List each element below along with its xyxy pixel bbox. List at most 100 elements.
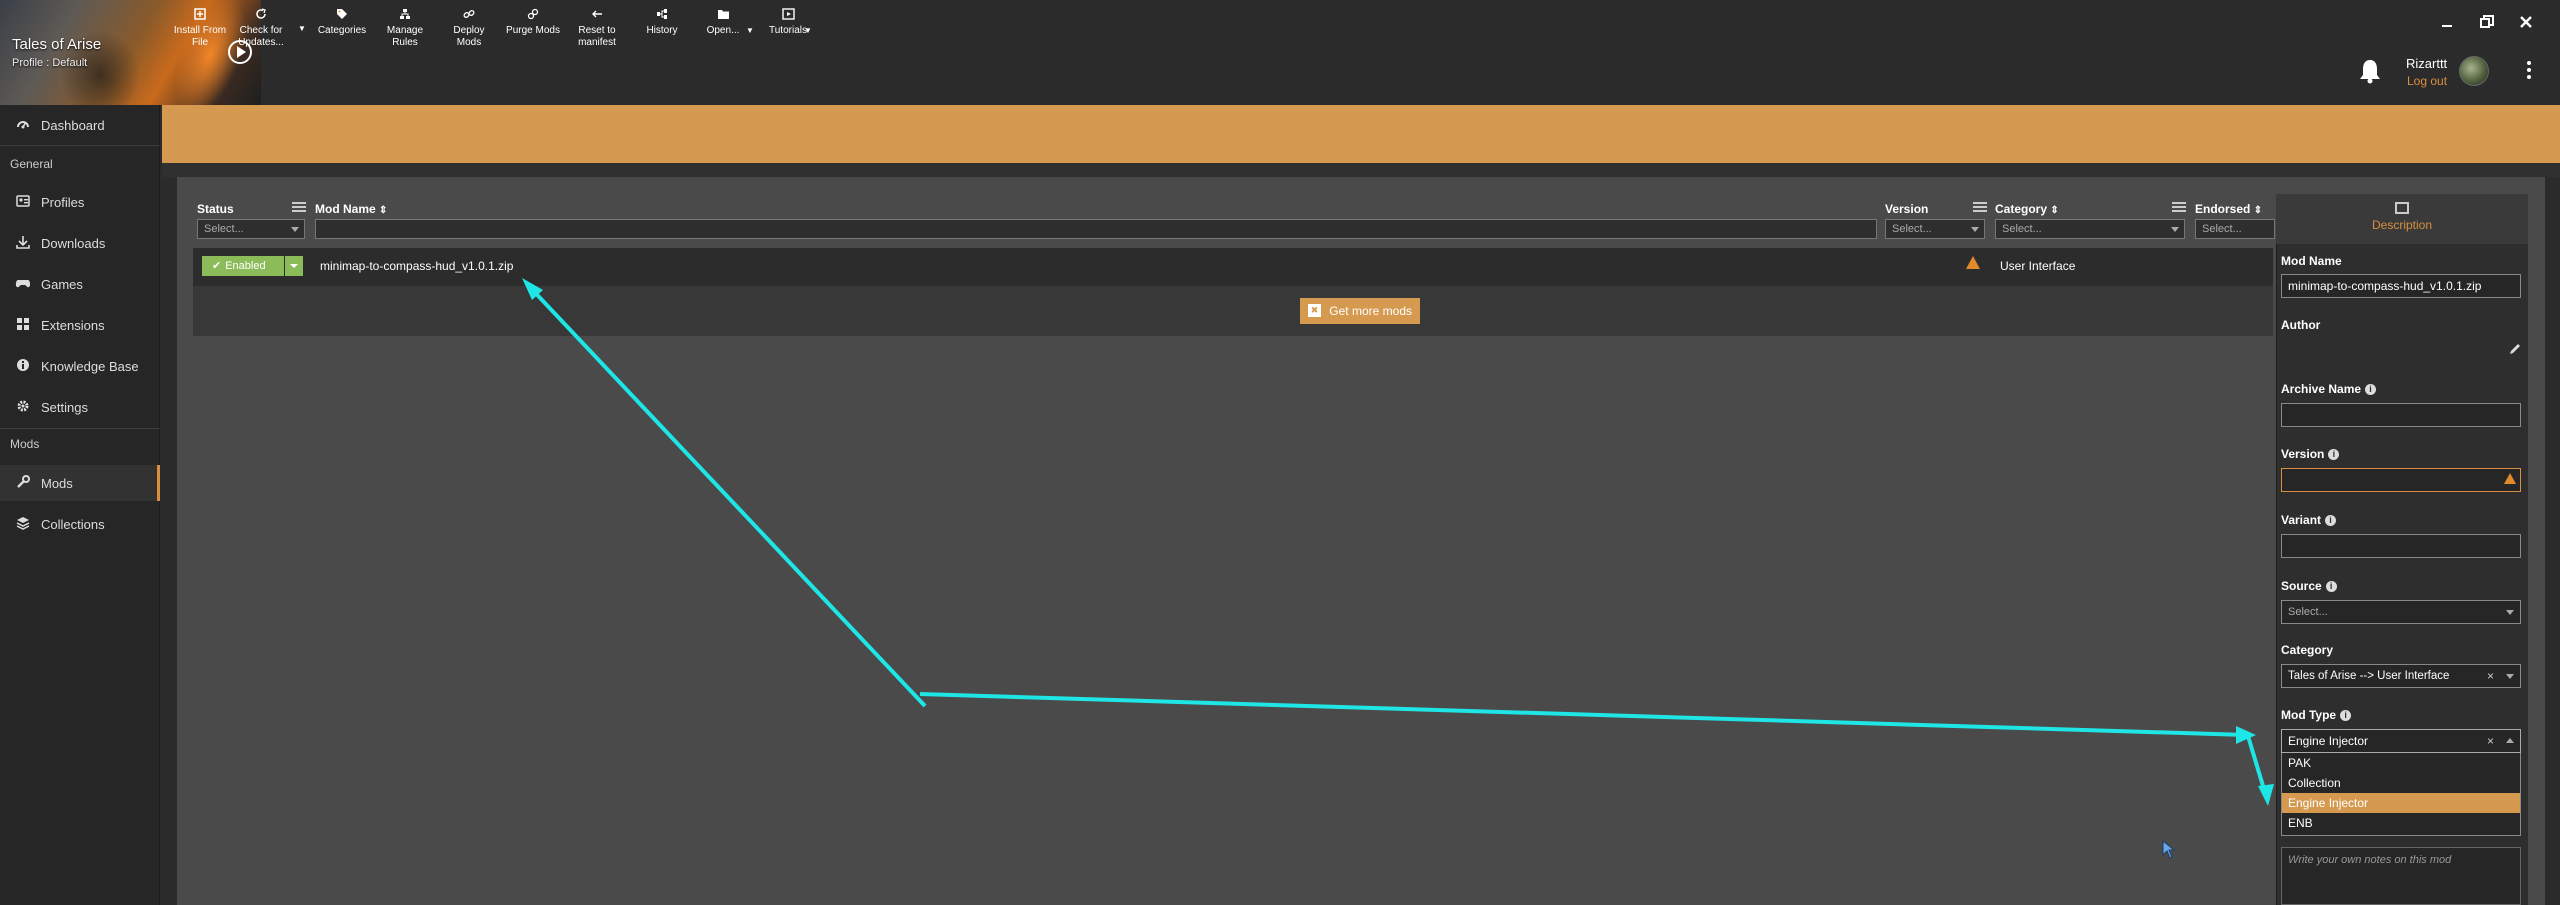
- more-menu-icon[interactable]: [2524, 58, 2534, 84]
- category-cell[interactable]: User Interface: [2000, 259, 2075, 273]
- history-icon: [638, 8, 686, 22]
- vortex-window: Tales of Arise Profile : Default Rizartt…: [0, 0, 2560, 905]
- mod-name-cell[interactable]: minimap-to-compass-hud_v1.0.1.zip: [320, 259, 513, 273]
- purge-mods-button[interactable]: Purge Mods: [506, 8, 560, 37]
- history-button[interactable]: History: [638, 8, 686, 37]
- mod-name-field[interactable]: minimap-to-compass-hud_v1.0.1.zip: [2281, 274, 2521, 298]
- clear-icon[interactable]: ×: [2487, 665, 2494, 687]
- logout-link[interactable]: Log out: [2407, 74, 2447, 88]
- sidebar-item-extensions[interactable]: Extensions: [0, 307, 160, 343]
- install-icon: [172, 8, 228, 22]
- status-toggle-button[interactable]: ✔ Enabled: [202, 256, 284, 276]
- extensions-icon: [15, 317, 31, 333]
- option-collection[interactable]: Collection: [2282, 773, 2520, 793]
- category-filter[interactable]: Select...: [1995, 219, 2185, 239]
- sidebar: Dashboard General Profiles Downloads Gam…: [0, 105, 160, 905]
- categories-button[interactable]: Categories: [316, 8, 368, 37]
- sidebar-item-settings[interactable]: Settings: [0, 389, 160, 425]
- sidebar-item-dashboard[interactable]: Dashboard: [0, 107, 160, 143]
- sidebar-item-label: Dashboard: [41, 117, 105, 133]
- check-icon: ✔: [212, 260, 222, 272]
- avatar[interactable]: [2459, 56, 2489, 86]
- minimize-icon[interactable]: [2436, 12, 2458, 34]
- mod-type-select[interactable]: Engine Injector ×: [2281, 729, 2521, 753]
- info-icon: i: [2325, 515, 2337, 526]
- sidebar-item-label: Extensions: [41, 317, 105, 333]
- version-label: Version i: [2281, 447, 2340, 461]
- check-updates-dropdown-icon[interactable]: ▼: [298, 24, 306, 33]
- archive-name-field[interactable]: [2281, 403, 2521, 427]
- column-toggle-icon[interactable]: [2172, 202, 2186, 214]
- sidebar-item-mods[interactable]: Mods: [0, 465, 160, 501]
- sidebar-item-label: Collections: [41, 516, 105, 532]
- mod-name-label: Mod Name: [2281, 254, 2342, 268]
- column-toggle-icon[interactable]: [1973, 202, 1987, 214]
- rules-icon: [380, 8, 430, 22]
- version-field[interactable]: [2281, 468, 2521, 492]
- deploy-mods-button[interactable]: Deploy Mods: [440, 8, 498, 49]
- warning-icon: [2504, 473, 2516, 484]
- folder-icon: [700, 8, 746, 22]
- category-select[interactable]: Tales of Arise --> User Interface ×: [2281, 664, 2521, 688]
- option-engine-injector[interactable]: Engine Injector: [2282, 793, 2520, 813]
- mod-type-label: Mod Type i: [2281, 708, 2352, 722]
- category-label: Category: [2281, 643, 2334, 657]
- mods-toolbar: [162, 105, 2560, 163]
- manage-rules-button[interactable]: Manage Rules: [380, 8, 430, 49]
- restore-icon[interactable]: [2476, 12, 2498, 34]
- endorsed-filter[interactable]: Select...: [2195, 219, 2275, 239]
- sidebar-item-downloads[interactable]: Downloads: [0, 225, 160, 261]
- column-category[interactable]: Category ⇕: [1995, 202, 2059, 216]
- version-filter[interactable]: Select...: [1885, 219, 1985, 239]
- section-general: General: [10, 157, 53, 171]
- nexus-icon: ✖: [1308, 304, 1321, 317]
- video-icon: [764, 8, 812, 22]
- install-from-file-button[interactable]: Install From File: [172, 8, 228, 49]
- sidebar-item-label: Knowledge Base: [41, 358, 139, 374]
- status-filter[interactable]: Select...: [197, 219, 305, 239]
- option-pak[interactable]: PAK: [2282, 753, 2520, 773]
- dashboard-icon: [15, 117, 31, 133]
- download-icon: [15, 235, 31, 251]
- user-name: Rizarttt: [2406, 56, 2448, 71]
- edit-pencil-icon[interactable]: [2508, 342, 2522, 356]
- archive-name-label: Archive Name i: [2281, 382, 2377, 396]
- sidebar-item-label: Profiles: [41, 194, 85, 210]
- mod-name-filter[interactable]: [315, 219, 1877, 239]
- info-icon: i: [2325, 581, 2337, 592]
- reset-to-manifest-button[interactable]: Reset to manifest: [570, 8, 624, 49]
- source-select[interactable]: Select...: [2281, 600, 2521, 624]
- column-endorsed[interactable]: Endorsed ⇕: [2195, 202, 2262, 216]
- tutorials-dropdown-icon[interactable]: ▼: [804, 26, 812, 35]
- open-button[interactable]: Open...: [700, 8, 746, 37]
- sidebar-item-label: Games: [41, 276, 83, 292]
- tag-icon: [316, 8, 368, 22]
- column-mod-name[interactable]: Mod Name ⇕: [315, 202, 387, 216]
- option-enb[interactable]: ENB: [2282, 813, 2520, 833]
- notifications-bell-icon[interactable]: [2358, 58, 2382, 84]
- variant-field[interactable]: [2281, 534, 2521, 558]
- sidebar-item-knowledge-base[interactable]: Knowledge Base: [0, 348, 160, 384]
- column-toggle-icon[interactable]: [292, 202, 306, 214]
- close-icon[interactable]: [2515, 12, 2537, 34]
- sidebar-item-collections[interactable]: Collections: [0, 506, 160, 542]
- get-more-mods-button[interactable]: ✖ Get more mods: [1300, 298, 1420, 324]
- sidebar-item-profiles[interactable]: Profiles: [0, 184, 160, 220]
- author-label: Author: [2281, 318, 2321, 332]
- open-dropdown-icon[interactable]: ▼: [746, 26, 754, 35]
- warning-icon: [1966, 256, 1980, 269]
- wrench-icon: [15, 475, 31, 491]
- info-icon: i: [2340, 710, 2352, 721]
- info-icon: i: [2365, 384, 2377, 395]
- tab-description[interactable]: Description: [2276, 194, 2528, 244]
- column-status[interactable]: Status: [197, 202, 234, 216]
- clear-icon[interactable]: ×: [2487, 730, 2494, 752]
- check-for-updates-button[interactable]: Check for Updates...: [236, 8, 286, 49]
- column-version[interactable]: Version: [1885, 202, 1928, 216]
- sidebar-item-label: Downloads: [41, 235, 106, 251]
- notes-textarea[interactable]: Write your own notes on this mod: [2281, 847, 2521, 905]
- status-dropdown-icon[interactable]: [285, 256, 303, 276]
- sidebar-item-games[interactable]: Games: [0, 266, 160, 302]
- mod-type-options: PAK Collection Engine Injector ENB: [2281, 753, 2521, 836]
- back-arrow-icon: [570, 8, 624, 22]
